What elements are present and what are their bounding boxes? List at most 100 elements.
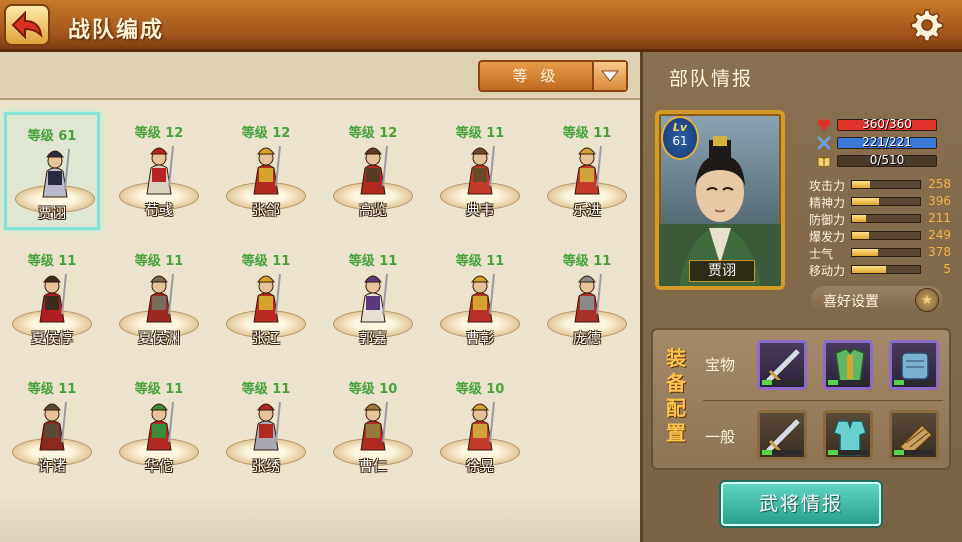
- hero-sprite-icon: [253, 401, 281, 451]
- attribute-bar: [851, 248, 921, 257]
- slot-level-bar: [762, 450, 802, 455]
- hero-sprite-icon: [467, 401, 495, 451]
- hero-card[interactable]: 等级 11 夏侯惇: [4, 240, 100, 358]
- hero-card[interactable]: 等级 12 高览: [325, 112, 421, 230]
- equipment-divider: [703, 400, 943, 401]
- hero-name: 曹仁: [359, 459, 387, 475]
- hero-sprite-icon: [467, 145, 495, 195]
- level-badge-value: 61: [672, 134, 688, 148]
- hero-name: 贾诩: [38, 206, 66, 222]
- unit-info-title: 部队情报: [669, 68, 754, 90]
- roster-panel: 等 级 等级 61 贾诩 等级 12 荀彧 等级 12 张郃 等级 12 高览 …: [0, 52, 640, 542]
- attribute-bar-fill: [852, 266, 886, 273]
- gear-icon[interactable]: [910, 8, 944, 42]
- treasure-slot[interactable]: [757, 340, 807, 390]
- general-equipment-slot[interactable]: [823, 410, 873, 460]
- chevron-down-icon[interactable]: [592, 62, 626, 90]
- hero-grid: 等级 61 贾诩 等级 12 荀彧 等级 12 张郃 等级 12 高览 等级 1…: [0, 110, 640, 490]
- hero-name: 郭嘉: [359, 331, 387, 347]
- hero-portrait[interactable]: Lv 61 贾诩: [655, 110, 785, 290]
- unit-info-panel: 部队情报 Lv 61 贾诩 360/360 221/221 0/510 攻击力 …: [640, 52, 962, 542]
- hero-card[interactable]: 等级 11 郭嘉: [325, 240, 421, 358]
- attribute-bar: [851, 265, 921, 274]
- hero-card[interactable]: 等级 11 庞德: [539, 240, 635, 358]
- attribute-value: 249: [928, 228, 951, 242]
- page-title: 战队编成: [68, 18, 165, 43]
- level-badge-label: Lv: [672, 121, 688, 134]
- hero-card[interactable]: 等级 11 华佗: [111, 368, 207, 486]
- attribute-bar-fill: [852, 232, 869, 239]
- hero-sprite-icon: [146, 145, 174, 195]
- preference-settings-label: 喜好设置: [823, 294, 879, 310]
- slot-level-bar: [762, 380, 802, 385]
- hero-card[interactable]: 等级 10 徐晃: [432, 368, 528, 486]
- hero-sprite-icon: [360, 145, 388, 195]
- ink-landscape-decoration: [0, 496, 640, 542]
- crossed-swords-icon: [817, 136, 831, 150]
- hero-card[interactable]: 等级 11 乐进: [539, 112, 635, 230]
- level-badge: Lv 61: [661, 116, 699, 160]
- sort-label: 等 级: [512, 67, 560, 85]
- attribute-row: 爆发力 249: [809, 227, 955, 244]
- sort-dropdown[interactable]: 等 级: [478, 60, 628, 92]
- attribute-bar: [851, 214, 921, 223]
- hero-sprite-icon: [574, 145, 602, 195]
- attribute-bar: [851, 180, 921, 189]
- attribute-bar-fill: [852, 181, 870, 188]
- attribute-row: 攻击力 258: [809, 176, 955, 193]
- title-bar: 战队编成: [0, 0, 962, 52]
- hero-card[interactable]: 等级 11 张绣: [218, 368, 314, 486]
- back-button[interactable]: [4, 4, 50, 46]
- hero-name: 曹彰: [466, 331, 494, 347]
- treasure-slot[interactable]: [823, 340, 873, 390]
- slot-level-bar: [894, 450, 934, 455]
- book-icon: [817, 156, 831, 168]
- hero-card[interactable]: 等级 61 贾诩: [4, 112, 100, 230]
- attribute-bar-fill: [852, 215, 867, 222]
- hero-sprite-icon: [146, 401, 174, 451]
- attribute-bar-fill: [852, 198, 880, 205]
- attribute-list: 攻击力 258 精神力 396 防御力 211 爆发力 249 士气 378 移…: [809, 176, 955, 278]
- attribute-label: 精神力: [809, 196, 846, 210]
- hero-sprite-icon: [360, 273, 388, 323]
- preference-settings-button[interactable]: 喜好设置 ★: [811, 286, 943, 314]
- resource-bar: 360/360: [817, 116, 957, 134]
- attribute-label: 移动力: [809, 264, 846, 278]
- hero-card[interactable]: 等级 12 张郃: [218, 112, 314, 230]
- hero-name: 乐进: [573, 203, 601, 219]
- attribute-label: 攻击力: [809, 179, 846, 193]
- equipment-box: 装备配置 宝物 一般: [651, 328, 951, 470]
- general-equipment-slot[interactable]: [889, 410, 939, 460]
- hero-card[interactable]: 等级 11 曹彰: [432, 240, 528, 358]
- hero-sprite-icon: [42, 148, 70, 198]
- hero-sprite-icon: [360, 401, 388, 451]
- attribute-label: 防御力: [809, 213, 846, 227]
- slot-level-bar: [828, 450, 868, 455]
- general-info-button[interactable]: 武将情报: [721, 482, 881, 526]
- attribute-row: 防御力 211: [809, 210, 955, 227]
- heart-icon: [817, 119, 831, 131]
- slot-level-bar: [894, 380, 934, 385]
- general-equipment-slot[interactable]: [757, 410, 807, 460]
- bar-value: 0/510: [869, 153, 905, 167]
- hero-card[interactable]: 等级 10 曹仁: [325, 368, 421, 486]
- resource-bars: 360/360 221/221 0/510: [817, 116, 957, 170]
- hero-name: 许诸: [38, 459, 66, 475]
- hero-name: 高览: [359, 203, 387, 219]
- hero-name: 张绣: [252, 459, 280, 475]
- treasure-slot[interactable]: [889, 340, 939, 390]
- hero-card[interactable]: 等级 12 荀彧: [111, 112, 207, 230]
- attribute-bar: [851, 231, 921, 240]
- hero-sprite-icon: [467, 273, 495, 323]
- attribute-value: 5: [943, 262, 951, 276]
- hero-card[interactable]: 等级 11 夏侯渊: [111, 240, 207, 358]
- hero-sprite-icon: [39, 273, 67, 323]
- attribute-label: 爆发力: [809, 230, 846, 244]
- hero-card[interactable]: 等级 11 许诸: [4, 368, 100, 486]
- hero-name: 华佗: [145, 459, 173, 475]
- roster-toolbar: 等 级: [0, 52, 640, 100]
- attribute-label: 士气: [809, 247, 834, 261]
- hero-name: 夏侯惇: [31, 331, 73, 347]
- hero-card[interactable]: 等级 11 张辽: [218, 240, 314, 358]
- hero-card[interactable]: 等级 11 典韦: [432, 112, 528, 230]
